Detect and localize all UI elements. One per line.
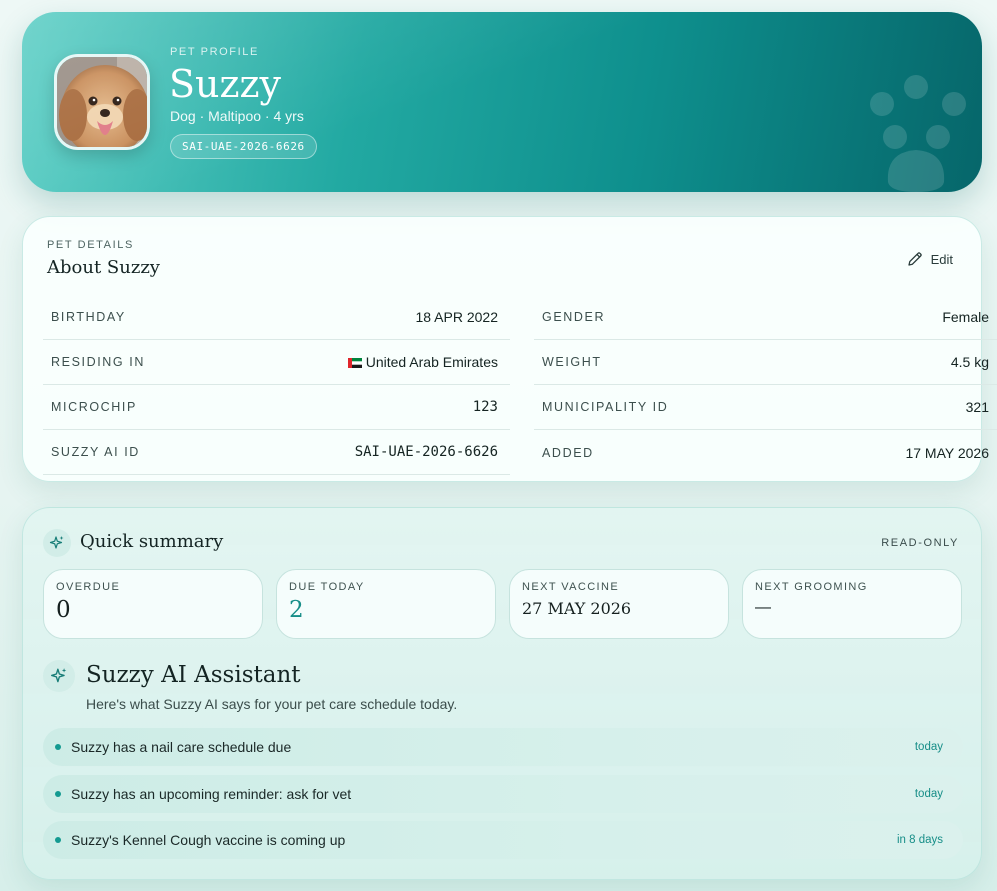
stat-overdue: OVERDUE 0 (43, 569, 263, 639)
stat-due-today: DUE TODAY 2 (276, 569, 496, 639)
detail-label: GENDER (542, 310, 606, 324)
sparkle-icon (43, 529, 71, 557)
stat-label: NEXT VACCINE (522, 581, 620, 593)
detail-label: WEIGHT (542, 355, 602, 369)
detail-row-added: ADDED 17 MAY 2026 (534, 430, 997, 475)
item-when: in 8 days (896, 834, 943, 846)
bullet-dot (55, 837, 61, 843)
detail-label: RESIDING IN (51, 355, 145, 369)
detail-label: ADDED (542, 445, 594, 460)
assistant-list: Suzzy has a nail care schedule due today… (43, 728, 963, 868)
stat-label: OVERDUE (56, 581, 121, 593)
item-text: Suzzy has a nail care schedule due (71, 739, 292, 755)
item-text: Suzzy has an upcoming reminder: ask for … (71, 785, 352, 802)
paw-icon (870, 75, 966, 192)
bullet-dot (55, 744, 61, 750)
edit-label: Edit (930, 251, 953, 267)
pet-profile-header: PET PROFILE Suzzy Dog · Maltipoo · 4 yrs… (22, 12, 982, 192)
list-item[interactable]: Suzzy has an upcoming reminder: ask for … (43, 774, 963, 813)
edit-button[interactable]: Edit (907, 251, 953, 267)
detail-value: 321 (965, 399, 989, 415)
quick-summary-card: Quick summary READ-ONLY OVERDUE 0 DUE TO… (22, 507, 982, 880)
assistant-sparkle-icon (43, 660, 75, 692)
details-title: About Suzzy (47, 257, 160, 278)
detail-value: 18 APR 2022 (415, 309, 498, 325)
assistant-title: Suzzy AI Assistant (86, 662, 301, 688)
detail-label: MUNICIPALITY ID (542, 400, 669, 414)
pet-details-card: PET DETAILS About Suzzy Edit BIRTHDAY 18… (22, 216, 997, 482)
summary-title: Quick summary (80, 531, 224, 552)
detail-value-wrap: United Arab Emirates (347, 354, 498, 370)
stat-value: 0 (56, 597, 71, 623)
detail-value: SAI-UAE-2026-6626 (354, 444, 498, 460)
stat-label: DUE TODAY (289, 581, 365, 593)
pet-id-badge: SAI-UAE-2026-6626 (170, 134, 317, 159)
detail-row-gender: GENDER Female (534, 295, 997, 340)
stat-value: — (755, 599, 771, 616)
bullet-dot (55, 790, 61, 797)
pet-name: Suzzy (169, 62, 282, 106)
stat-label: NEXT GROOMING (755, 581, 868, 593)
detail-value: 17 MAY 2026 (905, 444, 989, 461)
list-item[interactable]: Suzzy has a nail care schedule due today (43, 728, 963, 766)
stat-next-grooming: NEXT GROOMING — (742, 569, 962, 639)
detail-value: United Arab Emirates (365, 354, 498, 370)
hero-eyebrow: PET PROFILE (170, 46, 259, 58)
detail-label: MICROCHIP (51, 400, 137, 414)
detail-value: Female (942, 309, 989, 325)
details-eyebrow: PET DETAILS (47, 239, 134, 251)
pet-photo[interactable] (54, 54, 150, 150)
item-when: today (914, 787, 943, 800)
pencil-icon (907, 252, 922, 266)
detail-row-weight: WEIGHT 4.5 kg (534, 340, 997, 385)
detail-label: SUZZY AI ID (51, 445, 140, 459)
stat-next-vaccine: NEXT VACCINE 27 MAY 2026 (509, 569, 729, 639)
list-item[interactable]: Suzzy's Kennel Cough vaccine is coming u… (43, 821, 963, 859)
read-only-badge: READ-ONLY (881, 537, 959, 549)
detail-row-birthday: BIRTHDAY 18 APR 2022 (43, 295, 510, 340)
stat-value: 2 (289, 597, 304, 623)
detail-row-microchip: MICROCHIP 123 (43, 385, 510, 430)
detail-row-residing-in: RESIDING IN United Arab Emirates (43, 340, 510, 385)
item-when: today (914, 741, 943, 753)
detail-label: BIRTHDAY (51, 310, 126, 324)
detail-row-suzzy-ai-id: SUZZY AI ID SAI-UAE-2026-6626 (43, 430, 510, 475)
detail-row-municipality-id: MUNICIPALITY ID 321 (534, 385, 997, 430)
stat-value: 27 MAY 2026 (522, 599, 632, 618)
item-text: Suzzy's Kennel Cough vaccine is coming u… (71, 832, 346, 848)
detail-value: 4.5 kg (950, 354, 989, 370)
detail-value: 123 (472, 399, 498, 415)
assistant-subtitle: Here's what Suzzy AI says for your pet c… (86, 696, 458, 712)
uae-flag-icon (347, 358, 362, 368)
pet-species-breed-age: Dog · Maltipoo · 4 yrs (170, 108, 304, 124)
